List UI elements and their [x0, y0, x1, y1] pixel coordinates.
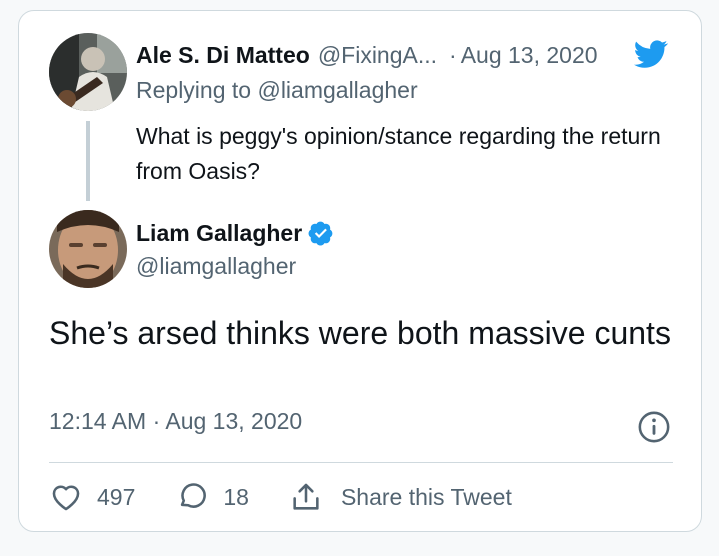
reply-date[interactable]: Aug 13, 2020	[461, 42, 598, 69]
reply-author-name[interactable]: Ale S. Di Matteo	[136, 42, 310, 69]
share-icon	[293, 483, 319, 510]
tweet-timestamp[interactable]: 12:14 AM · Aug 13, 2020	[49, 408, 302, 435]
reply-button[interactable]: 18	[175, 480, 249, 514]
verified-badge-icon	[308, 221, 333, 246]
main-tweet-header: Liam Gallagher	[136, 216, 334, 250]
replying-to-prefix: Replying to	[136, 77, 258, 103]
share-button[interactable]: Share this Tweet	[289, 480, 512, 514]
info-icon[interactable]	[637, 410, 671, 444]
action-divider	[49, 462, 673, 463]
reply-author-avatar[interactable]	[49, 33, 127, 111]
replying-to-link[interactable]: @liamgallagher	[257, 77, 417, 103]
twitter-bird-icon[interactable]	[631, 37, 671, 71]
reply-tweet-text: What is peggy's opinion/stance regarding…	[136, 123, 661, 184]
like-count: 497	[97, 483, 136, 510]
main-author-avatar[interactable]	[49, 210, 127, 288]
reply-bubble-icon	[181, 483, 207, 508]
action-bar: 497 18 Share this Tweet	[49, 478, 512, 516]
main-author-handle[interactable]: @liamgallagher	[136, 253, 296, 280]
reply-count: 18	[223, 483, 249, 510]
separator-dot: ·	[449, 41, 457, 68]
heart-icon	[52, 485, 80, 511]
reply-author-handle[interactable]: @FixingA...	[318, 42, 437, 69]
main-author-name[interactable]: Liam Gallagher	[136, 220, 302, 247]
like-button[interactable]: 497	[49, 480, 135, 514]
tweet-card: Ale S. Di Matteo @FixingA... · Aug 13, 2…	[18, 10, 702, 532]
reply-header: Ale S. Di Matteo @FixingA... · Aug 13, 2…	[136, 37, 598, 73]
thread-connector-line	[86, 121, 90, 201]
main-tweet-text: She’s arsed thinks were both massive cun…	[49, 315, 671, 351]
replying-to-line: Replying to @liamgallagher	[136, 77, 418, 104]
share-label: Share this Tweet	[340, 483, 512, 510]
